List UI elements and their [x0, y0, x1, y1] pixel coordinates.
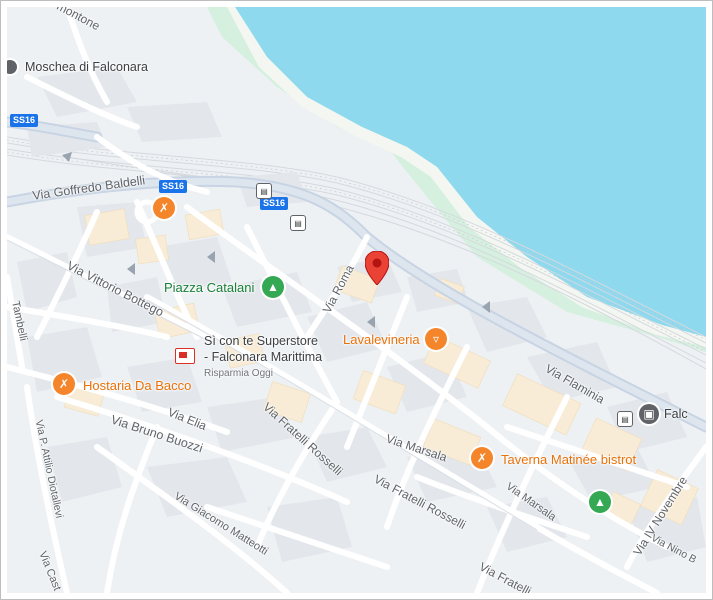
wine-glass-icon[interactable]: ▿ [425, 328, 447, 350]
fork-knife-icon[interactable]: ✗ [53, 373, 75, 395]
poi-taverna-matinee-bistrot[interactable]: Taverna Matinée bistrot [501, 453, 636, 467]
map-canvas[interactable]: montone Via Goffredo Baldelli Via Vittor… [7, 7, 706, 593]
poi-piazza-catalani[interactable]: Piazza Catalani [164, 281, 254, 295]
location-pin-icon[interactable] [365, 251, 389, 285]
store-icon[interactable] [175, 348, 195, 364]
highway-shield-ss16: SS16 [10, 114, 39, 127]
bus-icon[interactable]: ▤ [617, 411, 633, 427]
tree-icon[interactable]: ▲ [589, 491, 611, 513]
poi-superstore-name[interactable]: Sì con te Superstore [204, 334, 318, 348]
fork-knife-icon[interactable]: ✗ [153, 197, 175, 219]
map-frame: montone Via Goffredo Baldelli Via Vittor… [0, 0, 713, 600]
bus-icon[interactable]: ▤ [290, 215, 306, 231]
bus-icon[interactable]: ▤ [256, 183, 272, 199]
fork-knife-icon[interactable]: ✗ [471, 447, 493, 469]
poi-superstore-location[interactable]: - Falconara Marittima [204, 350, 322, 364]
highway-shield-ss16: SS16 [159, 180, 188, 193]
poi-moschea-di-falconara[interactable]: Moschea di Falconara [25, 60, 148, 74]
train-icon[interactable]: ▣ [639, 404, 659, 424]
poi-hostaria-da-bacco[interactable]: Hostaria Da Bacco [83, 379, 191, 393]
poi-lavalevineria[interactable]: Lavalevineria [343, 333, 420, 347]
poi-superstore-subtitle: Risparmia Oggi [204, 368, 273, 379]
tree-icon[interactable]: ▲ [262, 276, 284, 298]
poi-station-label[interactable]: Falc [664, 407, 688, 421]
